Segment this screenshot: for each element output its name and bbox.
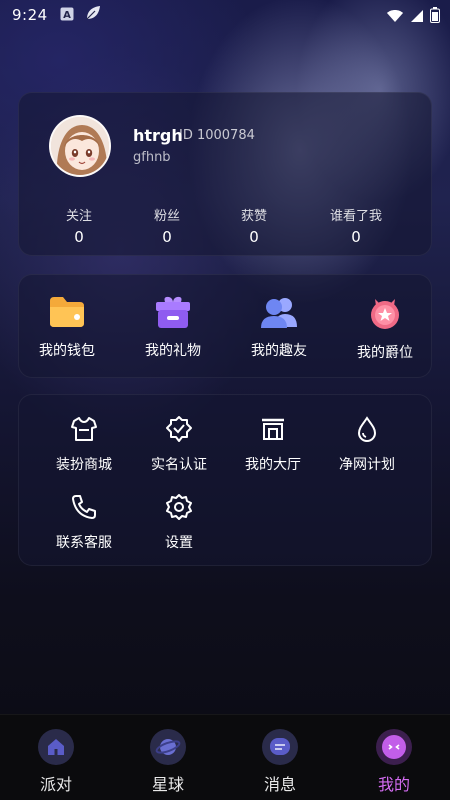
gifts-button[interactable]: 我的礼物: [123, 295, 223, 360]
signal-icon: [410, 8, 424, 27]
tab-messages[interactable]: 消息: [240, 729, 320, 795]
gift-icon: [123, 295, 223, 333]
message-icon: [262, 729, 298, 765]
leaf-icon: [84, 4, 102, 26]
username: htrgh: [133, 126, 183, 145]
my-hall-label: 我的大厅: [245, 457, 301, 473]
menu-card: 装扮商城 实名认证 我的大厅 净网计划 联系客服 设置: [18, 394, 432, 566]
stat-fans[interactable]: 粉丝 0: [127, 205, 207, 246]
profile-card: htrgh ID 1000784 gfhnb 关注 0 粉丝 0 获赞 0 谁看…: [18, 92, 432, 256]
tab-label: 消息: [263, 775, 296, 794]
house-icon: [38, 729, 74, 765]
shirt-icon: [34, 415, 134, 447]
settings-label: 设置: [165, 535, 193, 551]
tab-label: 派对: [39, 775, 72, 794]
settings-button[interactable]: 设置: [129, 493, 229, 552]
tab-mine[interactable]: 我的: [354, 729, 434, 795]
wallet-icon: [17, 295, 117, 333]
customer-service-label: 联系客服: [56, 535, 112, 551]
bottom-tab-bar: 派对 星球 消息 我的: [0, 714, 450, 800]
verified-icon: [129, 415, 229, 447]
dress-shop-label: 装扮商城: [56, 457, 112, 473]
clean-net-button[interactable]: 净网计划: [317, 415, 417, 474]
tab-planet[interactable]: 星球: [128, 729, 208, 795]
tab-label: 我的: [377, 775, 410, 794]
signature: gfhnb: [133, 150, 171, 165]
title-button[interactable]: 我的爵位: [335, 295, 435, 362]
gifts-label: 我的礼物: [145, 343, 201, 359]
stat-label: 关注: [65, 209, 92, 224]
avatar[interactable]: [49, 115, 111, 177]
wallet-button[interactable]: 我的钱包: [17, 295, 117, 360]
status-time: 9:24: [12, 6, 48, 24]
dress-shop-button[interactable]: 装扮商城: [34, 415, 134, 474]
title-label: 我的爵位: [357, 345, 413, 361]
planet-icon: [150, 729, 186, 765]
battery-icon: [430, 7, 440, 27]
status-icons: [386, 7, 440, 27]
status-bar: 9:24 A: [0, 0, 450, 30]
hall-icon: [223, 415, 323, 447]
verification-label: 实名认证: [151, 457, 207, 473]
svg-text:A: A: [63, 10, 71, 21]
medal-icon: [335, 295, 435, 335]
stat-value: 0: [351, 228, 361, 246]
user-id: ID 1000784: [179, 128, 255, 143]
my-hall-button[interactable]: 我的大厅: [223, 415, 323, 474]
stat-value: 0: [74, 228, 84, 246]
friends-icon: [229, 295, 329, 333]
stat-value: 0: [249, 228, 259, 246]
tab-party[interactable]: 派对: [16, 729, 96, 795]
stat-value: 0: [162, 228, 172, 246]
clean-net-label: 净网计划: [339, 457, 395, 473]
stat-label: 粉丝: [153, 209, 180, 224]
verification-button[interactable]: 实名认证: [129, 415, 229, 474]
settings-icon: [129, 493, 229, 525]
a-icon: A: [60, 6, 74, 25]
stat-visitors[interactable]: 谁看了我 0: [316, 205, 396, 246]
wifi-icon: [386, 8, 404, 27]
face-icon: [376, 729, 412, 765]
tab-label: 星球: [151, 775, 184, 794]
phone-icon: [34, 493, 134, 525]
drop-icon: [317, 415, 417, 447]
customer-service-button[interactable]: 联系客服: [34, 493, 134, 552]
stat-label: 获赞: [240, 209, 267, 224]
wallet-label: 我的钱包: [39, 343, 95, 359]
stat-following[interactable]: 关注 0: [39, 205, 119, 246]
stat-label: 谁看了我: [329, 209, 382, 224]
friends-button[interactable]: 我的趣友: [229, 295, 329, 360]
stat-likes[interactable]: 获赞 0: [214, 205, 294, 246]
assets-card: 我的钱包 我的礼物 我的趣友 我的爵位: [18, 274, 432, 378]
friends-label: 我的趣友: [251, 343, 307, 359]
